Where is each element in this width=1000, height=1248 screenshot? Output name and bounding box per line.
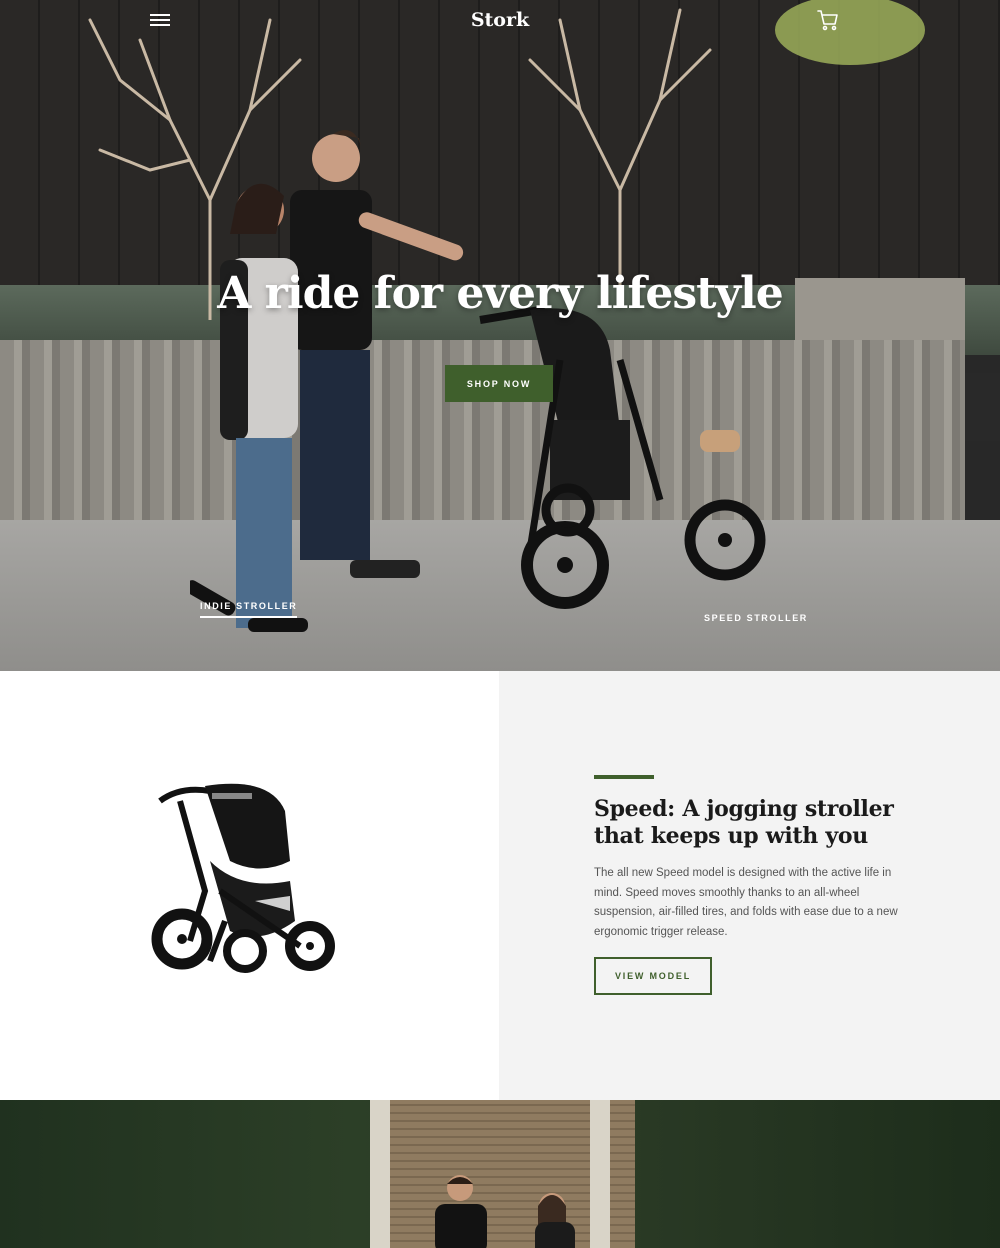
accent-divider: [594, 775, 654, 779]
slide-tab-indie-stroller[interactable]: INDIE STROLLER: [200, 601, 298, 618]
feature-image-panel: [0, 671, 499, 1100]
hero-banner: Stork A ride for every lifestyle SHOP NO…: [0, 0, 1000, 671]
feature-title-line: that keeps up with you: [594, 823, 868, 849]
slide-tab-speed-stroller[interactable]: SPEED STROLLER: [704, 613, 808, 628]
cart-icon[interactable]: [816, 8, 840, 32]
bridge-rail: [370, 1100, 390, 1248]
site-logo[interactable]: Stork: [0, 9, 1000, 31]
bridge-rail: [590, 1100, 610, 1248]
hero-title: A ride for every lifestyle: [217, 268, 784, 319]
view-model-button[interactable]: VIEW MODEL: [594, 957, 712, 995]
feature-text-panel: Speed: A jogging stroller that keeps up …: [499, 671, 1000, 1100]
shop-now-button[interactable]: SHOP NOW: [445, 365, 553, 402]
people-on-bridge-illustration: [435, 1175, 575, 1248]
speed-stroller-product-image[interactable]: [150, 781, 345, 986]
lifestyle-image-banner: [0, 1100, 1000, 1248]
feature-description: The all new Speed model is designed with…: [594, 867, 898, 938]
feature-title: Speed: A jogging stroller that keeps up …: [594, 796, 914, 850]
site-header: Stork: [0, 0, 1000, 42]
feature-title-line: Speed: A jogging stroller: [594, 796, 894, 822]
